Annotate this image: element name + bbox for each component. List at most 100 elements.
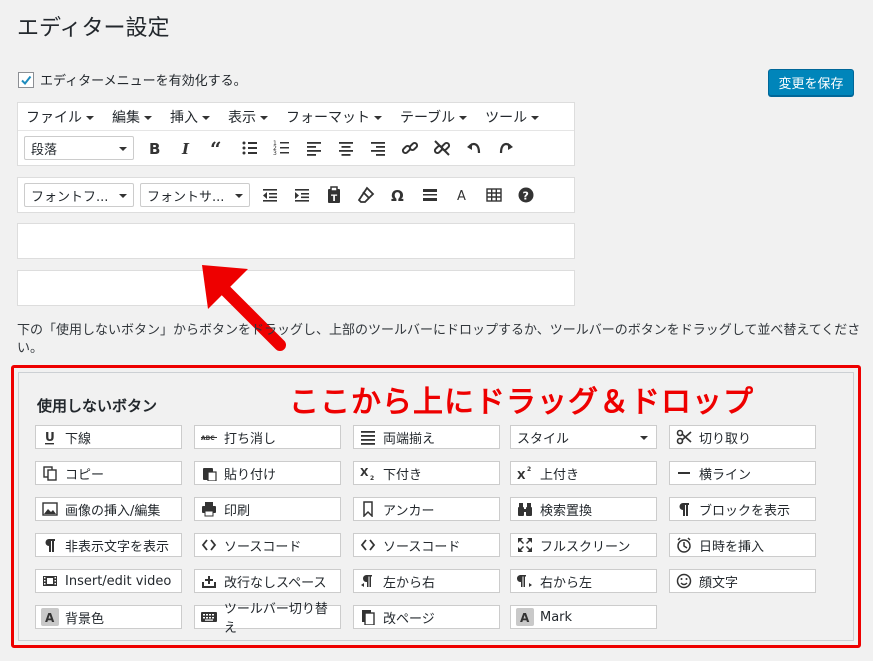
- unused-button-superscript[interactable]: X 2 上付き: [510, 461, 657, 485]
- unused-button-paste[interactable]: 貼り付け: [194, 461, 341, 485]
- unused-button-label: 貼り付け: [224, 467, 277, 483]
- unused-button-pilcrow[interactable]: ブロックを表示: [669, 497, 816, 521]
- table-button[interactable]: [480, 181, 508, 209]
- unused-button-clock[interactable]: 日時を挿入: [669, 533, 816, 557]
- unused-button-smiley[interactable]: 顔文字: [669, 569, 816, 593]
- font-size-select[interactable]: フォントサ...: [140, 183, 250, 207]
- save-button[interactable]: 変更を保存: [768, 69, 854, 96]
- unused-button-copy[interactable]: コピー: [35, 461, 182, 485]
- undo-icon: [467, 142, 481, 154]
- unused-button-binoculars[interactable]: 検索置換: [510, 497, 657, 521]
- unused-button-strikethrough[interactable]: ABC 打ち消し: [194, 425, 341, 449]
- unused-button-label: 切り取り: [699, 431, 752, 447]
- menu-file[interactable]: ファイル: [26, 107, 94, 127]
- unused-button-nonbreaking[interactable]: 改行なしスペース: [194, 569, 341, 593]
- horizontal-rule-icon: [423, 189, 437, 201]
- indent-button[interactable]: [288, 181, 316, 209]
- unused-button-video[interactable]: Insert/edit video: [35, 569, 182, 593]
- undo-button[interactable]: [460, 134, 488, 162]
- link-button[interactable]: [396, 134, 424, 162]
- menu-edit[interactable]: 編集: [112, 107, 152, 127]
- unused-button-label: 非表示文字を表示: [65, 539, 170, 555]
- page-title: エディター設定: [17, 16, 170, 41]
- bold-button[interactable]: B: [140, 134, 168, 162]
- enable-editor-menu-row[interactable]: エディターメニューを有効化する。: [18, 70, 247, 89]
- align-center-icon: [339, 142, 353, 156]
- align-right-button[interactable]: [364, 134, 392, 162]
- unused-button-fullscreen[interactable]: フルスクリーン: [510, 533, 657, 557]
- chevron-down-icon: [86, 115, 94, 120]
- empty-toolbar-row-3[interactable]: [17, 223, 575, 259]
- unlink-button[interactable]: [428, 134, 456, 162]
- menu-format[interactable]: フォーマット: [286, 107, 382, 127]
- unused-button-bookmark[interactable]: アンカー: [353, 497, 500, 521]
- unused-button-underline[interactable]: U 下線: [35, 425, 182, 449]
- unused-button-label: 画像の挿入/編集: [65, 503, 161, 519]
- bullet-list-button[interactable]: [236, 134, 264, 162]
- unused-button-page-break[interactable]: 改ページ: [353, 605, 500, 629]
- paste-text-button[interactable]: T: [320, 181, 348, 209]
- svg-text:2: 2: [527, 466, 531, 473]
- unused-button-print[interactable]: 印刷: [194, 497, 341, 521]
- copy-icon: [41, 464, 59, 482]
- unused-button-ltr[interactable]: 左から右: [353, 569, 500, 593]
- style-select-button[interactable]: スタイル: [510, 425, 657, 449]
- align-left-button[interactable]: [300, 134, 328, 162]
- unused-buttons-title: 使用しないボタン: [37, 397, 158, 415]
- outdent-button[interactable]: [256, 181, 284, 209]
- unused-button-label: 改行なしスペース: [224, 575, 327, 591]
- menu-edit-label: 編集: [112, 109, 140, 126]
- unused-button-rtl[interactable]: 右から左: [510, 569, 657, 593]
- unused-button-code[interactable]: ソースコード: [353, 533, 500, 557]
- unused-button-mark[interactable]: A Mark: [510, 605, 657, 629]
- format-select[interactable]: 段落: [24, 136, 134, 160]
- numbered-list-icon: 123: [273, 140, 289, 157]
- font-family-select[interactable]: フォントフ...: [24, 183, 134, 207]
- help-button[interactable]: ?: [512, 181, 540, 209]
- unused-button-horizontal-line[interactable]: 横ライン: [669, 461, 816, 485]
- empty-toolbar-row-4[interactable]: [17, 270, 575, 306]
- unused-button-background-color[interactable]: A 背景色: [35, 605, 182, 629]
- ltr-icon: [359, 572, 377, 590]
- unused-button-label: 印刷: [224, 503, 251, 519]
- font-family-value: フォントフ...: [31, 189, 109, 205]
- enable-checkbox[interactable]: [18, 71, 34, 88]
- svg-text:X: X: [360, 466, 369, 479]
- align-left-icon: [307, 142, 321, 156]
- unused-button-code[interactable]: ソースコード: [194, 533, 341, 557]
- horizontal-rule-button[interactable]: [416, 181, 444, 209]
- menu-table[interactable]: テーブル: [400, 107, 468, 127]
- help-icon: ?: [518, 187, 534, 203]
- page-break-icon: [359, 608, 377, 626]
- background-color-icon: A: [41, 608, 59, 626]
- outdent-icon: [263, 189, 277, 202]
- menu-insert[interactable]: 挿入: [170, 107, 210, 127]
- special-char-button[interactable]: Ω: [384, 181, 412, 209]
- menu-view[interactable]: 表示: [228, 107, 268, 127]
- menu-tools[interactable]: ツール: [485, 107, 540, 127]
- unused-button-subscript[interactable]: X 2 下付き: [353, 461, 500, 485]
- unused-button-image[interactable]: 画像の挿入/編集: [35, 497, 182, 521]
- italic-button[interactable]: I: [172, 134, 200, 162]
- eraser-button[interactable]: [352, 181, 380, 209]
- toolbar-row-1: 段落 B I “ 123: [18, 131, 574, 165]
- svg-text:I: I: [181, 140, 190, 157]
- numbered-list-button[interactable]: 123: [268, 134, 296, 162]
- align-center-button[interactable]: [332, 134, 360, 162]
- blockquote-button[interactable]: “: [204, 134, 232, 162]
- link-icon: [401, 141, 419, 155]
- font-size-value: フォントサ...: [147, 189, 225, 205]
- text-color-button[interactable]: A: [448, 181, 476, 209]
- redo-button[interactable]: [492, 134, 520, 162]
- chevron-down-icon: [119, 194, 127, 198]
- svg-text:U: U: [45, 430, 55, 444]
- binoculars-icon: [516, 500, 534, 518]
- unused-button-justify[interactable]: 両端揃え: [353, 425, 500, 449]
- unused-button-label: 両端揃え: [383, 431, 436, 447]
- unused-button-scissors[interactable]: 切り取り: [669, 425, 816, 449]
- chevron-down-icon: [260, 115, 268, 120]
- unused-button-label: Mark: [540, 609, 573, 625]
- unused-button-pilcrow[interactable]: 非表示文字を表示: [35, 533, 182, 557]
- omega-icon: Ω: [391, 187, 404, 204]
- unused-button-keyboard[interactable]: ツールバー切り替え: [194, 602, 341, 636]
